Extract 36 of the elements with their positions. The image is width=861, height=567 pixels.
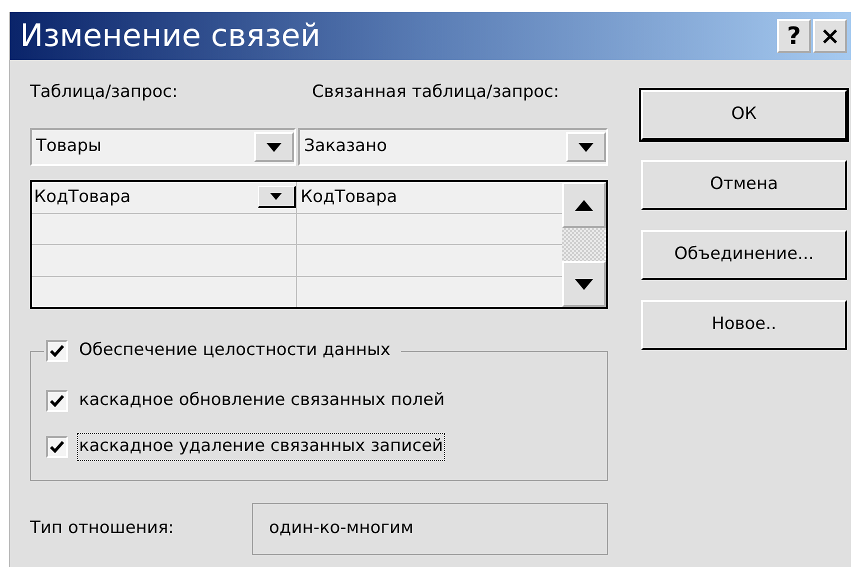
down-arrow-icon [574,278,594,290]
dialog-button[interactable]: ОК [641,90,847,140]
check-icon [50,395,64,407]
combo-value: Товары [36,135,102,158]
scroll-up-button[interactable] [562,182,606,228]
relation-type-field: один-ко-многим [252,503,608,555]
dialog-button[interactable]: Объединение... [641,230,847,280]
field-label: Связанная таблица/запрос: [312,81,560,104]
combo-box[interactable]: Товары [30,128,296,166]
checkbox[interactable] [46,340,68,362]
dropdown-button[interactable] [254,132,294,162]
field-label: Таблица/запрос: [30,81,179,104]
dropdown-button[interactable] [566,132,606,162]
checkbox-label[interactable]: каскадное удаление связанных записей [78,434,444,460]
down-arrow-icon [270,193,282,200]
down-arrow-icon [266,142,282,152]
dialog-button[interactable]: Новое.. [641,300,847,350]
combo-value: Заказано [304,135,387,158]
check-icon [50,441,64,453]
close-button[interactable]: × [813,19,847,53]
check-icon [50,345,64,357]
checkbox[interactable] [46,390,68,412]
grid-cell[interactable]: КодТовара [296,182,562,212]
up-arrow-icon [574,200,594,210]
checkbox-label[interactable]: каскадное обновление связанных полей [78,388,446,414]
grid-cell[interactable]: КодТовара [32,182,296,212]
checkbox[interactable] [46,436,68,458]
help-button[interactable]: ? [777,19,811,53]
relation-label: Тип отношения: [30,517,174,540]
down-arrow-icon [578,142,594,152]
window-title: Изменение связей [20,16,322,56]
scroll-down-button[interactable] [562,261,606,307]
combo-box[interactable]: Заказано [298,128,608,166]
checkbox-label[interactable]: Обеспечение целостности данных [78,338,392,364]
dialog-button[interactable]: Отмена [641,160,847,210]
dropdown-button[interactable] [258,186,296,208]
